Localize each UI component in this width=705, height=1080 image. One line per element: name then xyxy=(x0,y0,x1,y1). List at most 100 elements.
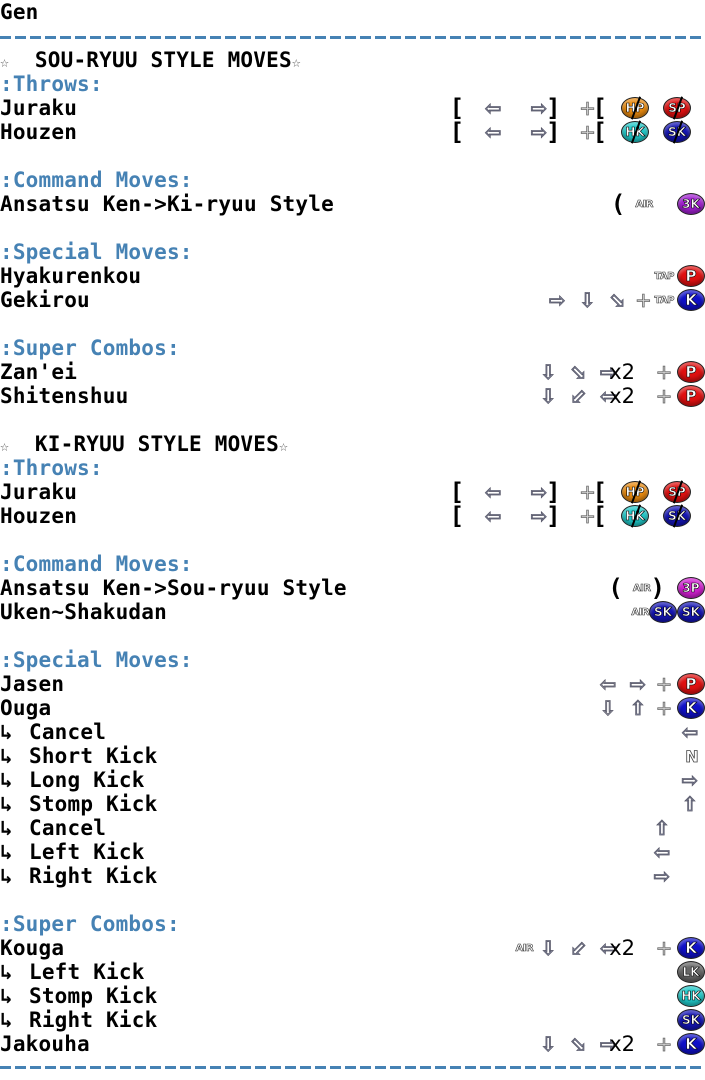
move-row: Zan'ei ⇩ ⬂ ⇨ x2 + P xyxy=(0,360,705,384)
sub-arrow-icon: ↳ xyxy=(0,744,13,768)
left-arrow-icon: ⇦ xyxy=(484,120,502,144)
plus-icon: + xyxy=(655,696,673,720)
air-icon: AIR xyxy=(635,198,654,210)
repeat-count: x2 xyxy=(609,1032,635,1056)
move-row: Ouga ⇩ ⇧ + K xyxy=(0,696,705,720)
move-row: Houzen [ ⇦ ⇨ ] + [ HK SK xyxy=(0,504,705,528)
right-arrow-icon: ⇨ xyxy=(629,672,647,696)
move-name: Long Kick xyxy=(29,768,145,792)
sk-button-icon: SK xyxy=(677,601,705,623)
bracket-icon: [ xyxy=(449,478,465,506)
move-name: Short Kick xyxy=(29,744,158,768)
left-arrow-icon: ⇦ xyxy=(599,672,617,696)
move-name: Houzen xyxy=(0,504,78,528)
category-header-super: :Super Combos: xyxy=(0,336,180,360)
punch-button-icon: P xyxy=(677,361,705,383)
repeat-count: x2 xyxy=(609,936,635,960)
plus-icon: + xyxy=(655,360,673,384)
move-inputs: ⇨ xyxy=(647,864,677,888)
bracket-icon: [ xyxy=(449,118,465,146)
up-arrow-icon: ⇧ xyxy=(653,816,671,840)
move-inputs: ⇧ xyxy=(675,792,705,816)
3p-button-icon: 3P xyxy=(677,577,705,599)
sk-button-icon: SK xyxy=(663,121,691,143)
move-inputs: LK xyxy=(675,960,705,984)
divider-bottom xyxy=(0,1066,705,1069)
hp-button-icon: HP xyxy=(621,481,649,503)
right-arrow-icon: ⇨ xyxy=(653,864,671,888)
bracket-icon: [ xyxy=(592,478,607,506)
move-row: Ansatsu Ken->Ki-ryuu Style ( AIR 3K xyxy=(0,192,705,216)
paren-icon: ) xyxy=(650,574,665,602)
move-row: Houzen [ ⇦ ⇨ ] + [ HK SK xyxy=(0,120,705,144)
move-inputs: SK xyxy=(675,1008,705,1032)
tap-icon: TAP xyxy=(654,294,675,306)
kick-button-icon: K xyxy=(677,1033,705,1055)
punch-button-icon: P xyxy=(677,385,705,407)
sub-move-row: ↳ Short Kick N xyxy=(0,744,705,768)
down-arrow-icon: ⇩ xyxy=(599,696,617,720)
down-right-arrow-icon: ⬂ xyxy=(608,288,627,312)
category-header-super: :Super Combos: xyxy=(0,912,180,936)
page-title-line: Gen xyxy=(0,0,705,24)
move-name: Left Kick xyxy=(29,840,145,864)
move-inputs: ⇨ xyxy=(675,768,705,792)
sub-arrow-icon: ↳ xyxy=(0,984,13,1008)
move-inputs: ⇧ xyxy=(647,816,677,840)
move-row: Jasen ⇦ ⇨ + P xyxy=(0,672,705,696)
paren-icon: ( xyxy=(610,190,626,218)
move-name: Jakouha xyxy=(0,1032,90,1056)
left-arrow-icon: ⇦ xyxy=(484,504,502,528)
sub-move-row: ↳ Stomp Kick HK xyxy=(0,984,705,1008)
move-row: Shitenshuu ⇩ ⬃ ⇦ x2 + P xyxy=(0,384,705,408)
sub-arrow-icon: ↳ xyxy=(0,864,13,888)
move-inputs: ⇨ ⇩ ⬂ + TAP K xyxy=(542,288,705,312)
move-inputs: ⇩ ⬂ ⇨ x2 + P xyxy=(533,360,705,384)
left-arrow-icon: ⇦ xyxy=(653,840,671,864)
bracket-icon: ] xyxy=(546,118,561,146)
category-header-throws: :Throws: xyxy=(0,72,103,96)
section-heading-ki-ryuu: ☆ KI-RYUU STYLE MOVES☆ xyxy=(0,432,705,456)
hp-button-icon: HP xyxy=(621,97,649,119)
move-inputs: ⇩ ⇧ + K xyxy=(593,696,705,720)
bracket-icon: ] xyxy=(546,478,561,506)
move-row: Juraku [ ⇦ ⇨ ] + [ HP SP xyxy=(0,96,705,120)
sub-move-row: ↳ Right Kick SK xyxy=(0,1008,705,1032)
sp-button-icon: SP xyxy=(663,97,691,119)
plus-icon: + xyxy=(655,1032,673,1056)
air-icon: AIR xyxy=(632,582,652,594)
move-name: Stomp Kick xyxy=(29,792,158,816)
kick-button-icon: K xyxy=(677,697,705,719)
repeat-count: x2 xyxy=(609,384,635,408)
sub-move-row: ↳ Cancel ⇧ xyxy=(0,816,705,840)
page-title: Gen xyxy=(0,0,39,24)
tap-icon: TAP xyxy=(654,270,675,282)
star-icon: ☆ xyxy=(291,53,302,71)
punch-button-icon: P xyxy=(677,673,705,695)
section-heading-sou-ryuu: ☆ SOU-RYUU STYLE MOVES☆ xyxy=(0,48,705,72)
move-row: Kouga AIR ⇩ ⬃ ⇦ x2 + K xyxy=(0,936,705,960)
divider-top xyxy=(0,36,705,39)
bracket-icon: [ xyxy=(592,94,607,122)
move-inputs: ⇩ ⬃ ⇦ x2 + P xyxy=(533,384,705,408)
up-arrow-icon: ⇧ xyxy=(629,696,647,720)
3k-button-icon: 3K xyxy=(677,193,705,215)
category-header-special: :Special Moves: xyxy=(0,240,193,264)
down-right-arrow-icon: ⬂ xyxy=(569,360,587,384)
move-name: Hyakurenkou xyxy=(0,264,142,288)
star-icon: ☆ xyxy=(0,53,10,71)
sub-move-row: ↳ Long Kick ⇨ xyxy=(0,768,705,792)
move-inputs: ⇦ xyxy=(675,720,705,744)
move-inputs: [ ⇦ ⇨ ] + [ HK SK xyxy=(450,504,705,528)
move-name: Uken~Shakudan xyxy=(0,600,167,624)
move-inputs: AIR ⇩ ⬃ ⇦ x2 + K xyxy=(515,936,705,960)
move-row: Juraku [ ⇦ ⇨ ] + [ HP SP xyxy=(0,480,705,504)
kick-button-icon: K xyxy=(677,937,705,959)
left-arrow-icon: ⇦ xyxy=(484,480,502,504)
sub-move-row: ↳ Cancel ⇦ xyxy=(0,720,705,744)
plus-icon: + xyxy=(655,672,673,696)
move-inputs: AIR SK SK xyxy=(631,600,705,624)
move-name: Cancel xyxy=(29,816,107,840)
move-name: Ansatsu Ken->Sou-ryuu Style xyxy=(0,576,347,600)
down-arrow-icon: ⇩ xyxy=(539,936,557,960)
